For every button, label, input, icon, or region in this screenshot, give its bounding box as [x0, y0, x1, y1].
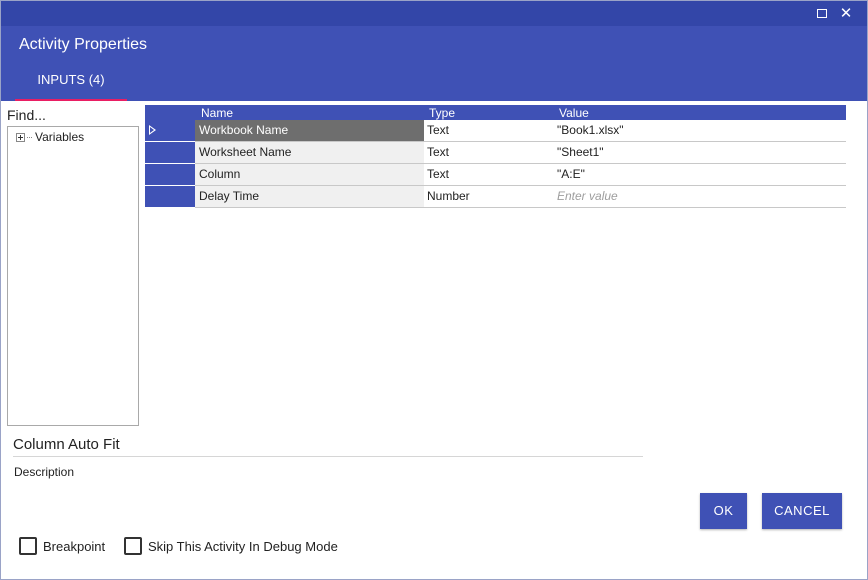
column-header-name[interactable]: Name	[201, 106, 233, 120]
cancel-button[interactable]: CANCEL	[762, 493, 842, 529]
row-header[interactable]	[145, 142, 195, 164]
tab-inputs[interactable]: INPUTS (4)	[15, 65, 127, 101]
checkbox-box[interactable]	[124, 537, 142, 555]
cell-type: Text	[427, 123, 450, 137]
row-header[interactable]	[145, 186, 195, 208]
cell-value[interactable]: Enter value	[554, 186, 846, 207]
breakpoint-label: Breakpoint	[43, 538, 106, 554]
variables-tree: Variables	[7, 126, 139, 426]
cell-value[interactable]: "A:E"	[554, 164, 846, 185]
checkbox-box[interactable]	[19, 537, 37, 555]
inputs-grid: Name Type Value Workbook Name Text "Book…	[145, 105, 846, 208]
cell-type: Number	[427, 189, 470, 203]
row-header[interactable]	[145, 164, 195, 186]
table-row[interactable]: Worksheet Name Text "Sheet1"	[145, 142, 846, 164]
ok-button[interactable]: OK	[700, 493, 747, 529]
tab-active-indicator	[15, 99, 127, 101]
cell-name: Workbook Name	[195, 120, 424, 141]
tree-item-variables[interactable]: Variables	[16, 130, 84, 144]
row-header[interactable]	[145, 120, 195, 142]
close-icon[interactable]: ✕	[837, 5, 855, 23]
table-row[interactable]: Workbook Name Text "Book1.xlsx"	[145, 120, 846, 142]
activity-name: Column Auto Fit	[13, 436, 120, 453]
value-placeholder: Enter value	[557, 189, 618, 203]
dialog-title: Activity Properties	[19, 36, 148, 53]
grid-header: Name Type Value	[145, 105, 846, 120]
maximize-icon[interactable]	[813, 5, 831, 23]
cell-type: Text	[427, 145, 450, 159]
table-row[interactable]: Delay Time Number Enter value	[145, 186, 846, 208]
title-bar: ✕	[1, 1, 867, 26]
expand-icon[interactable]	[16, 132, 25, 142]
tree-item-label: Variables	[35, 130, 85, 144]
breakpoint-checkbox[interactable]: Breakpoint	[19, 537, 105, 555]
dialog-header: ✕ Activity Properties INPUTS (4)	[1, 1, 867, 101]
description-label: Description	[14, 465, 75, 479]
current-row-icon	[149, 125, 156, 135]
activity-properties-dialog: ✕ Activity Properties INPUTS (4) Variabl…	[0, 0, 868, 580]
skip-debug-label: Skip This Activity In Debug Mode	[148, 538, 338, 554]
cell-value[interactable]: "Book1.xlsx"	[554, 120, 846, 141]
skip-debug-checkbox[interactable]: Skip This Activity In Debug Mode	[124, 537, 338, 555]
tree-connector	[27, 136, 32, 138]
column-header-value[interactable]: Value	[559, 106, 589, 120]
cell-value[interactable]: "Sheet1"	[554, 142, 846, 163]
table-row[interactable]: Column Text "A:E"	[145, 164, 846, 186]
divider	[13, 456, 643, 457]
cell-name: Worksheet Name	[195, 142, 424, 163]
tab-inputs-label: INPUTS (4)	[37, 72, 105, 87]
cell-name: Column	[195, 164, 424, 185]
cell-name: Delay Time	[195, 186, 424, 207]
find-input[interactable]	[7, 106, 137, 124]
column-header-type[interactable]: Type	[429, 106, 455, 120]
cell-type: Text	[427, 167, 450, 181]
